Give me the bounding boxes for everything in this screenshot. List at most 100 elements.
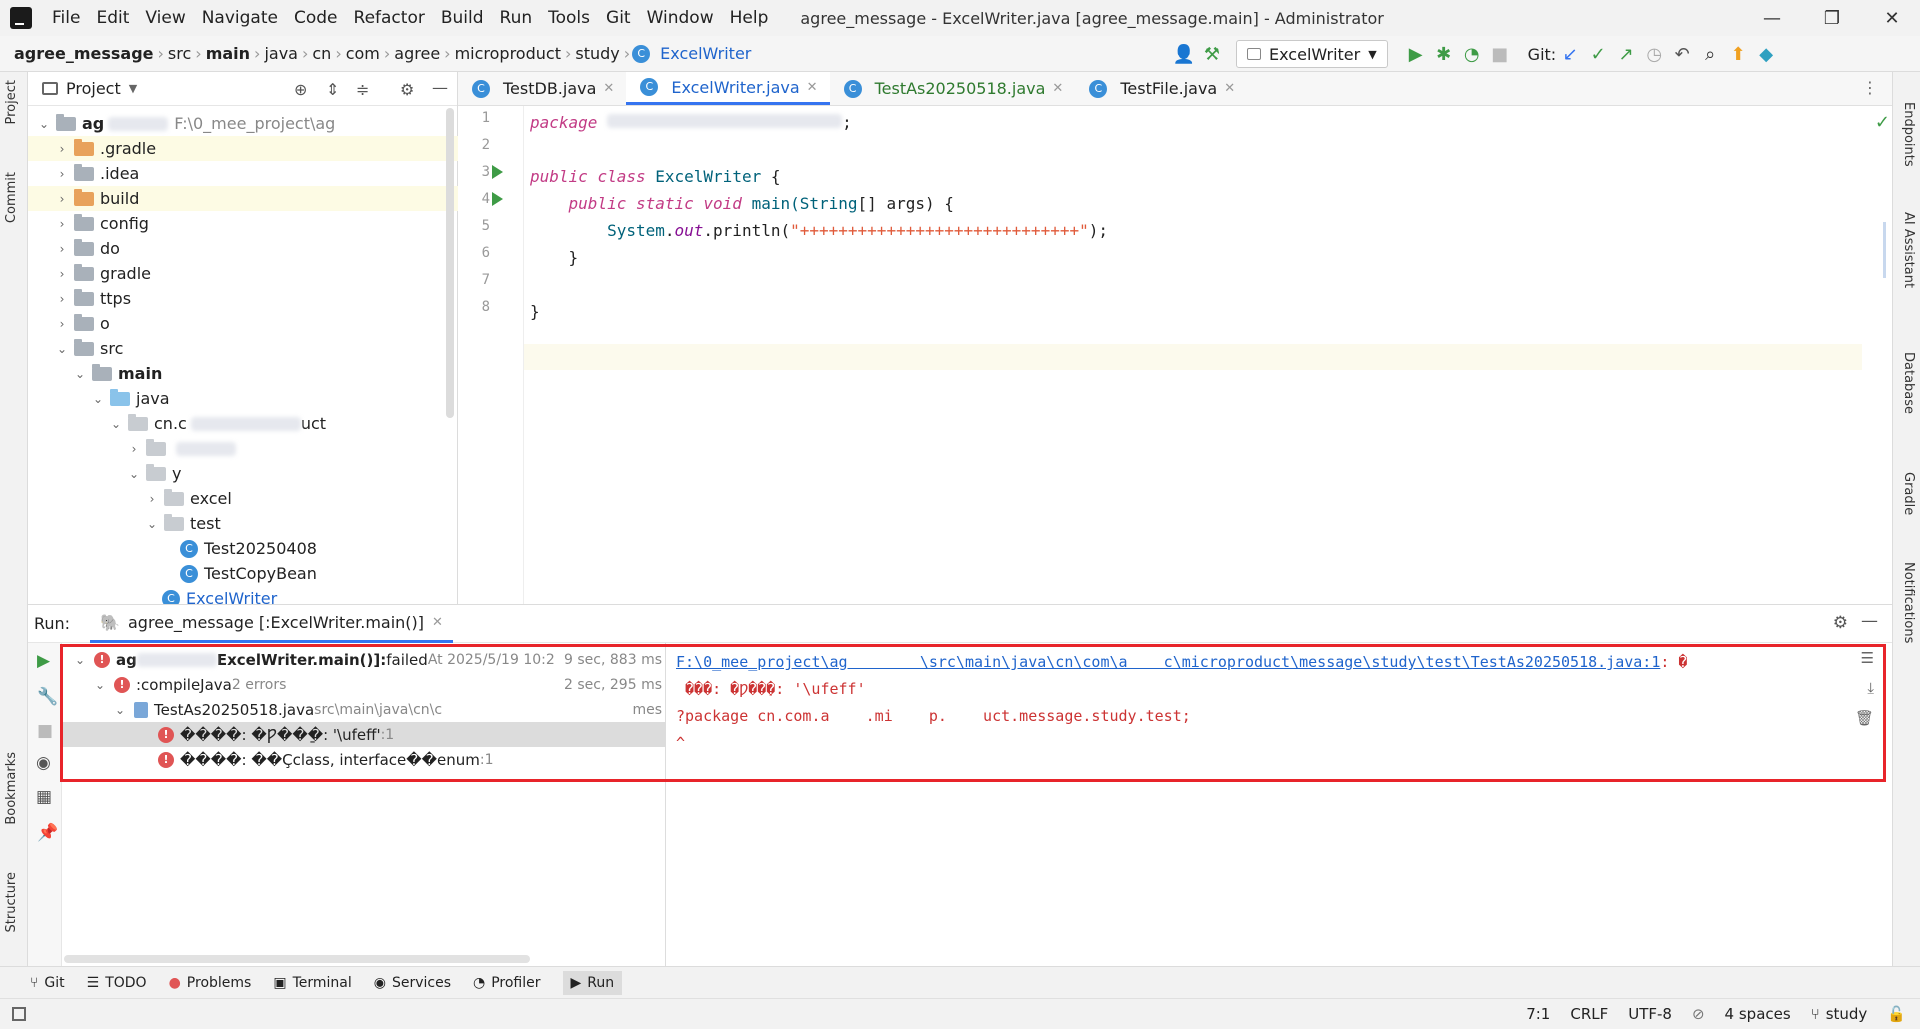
ai-assistant-tool-tab[interactable]: AI Assistant: [1901, 212, 1916, 288]
run-console[interactable]: F:\0_mee_project\ag \src\main\java\cn\co…: [666, 643, 1892, 967]
wrench-icon[interactable]: 🔧: [37, 687, 58, 707]
menu-navigate[interactable]: Navigate: [194, 8, 286, 28]
menu-view[interactable]: View: [137, 8, 193, 28]
run-tree-row[interactable]: ⌄ TestAs20250518.java src\main\java\cn\c m…: [62, 697, 666, 722]
locate-icon[interactable]: ⊕: [294, 80, 307, 99]
bookmarks-tool-tab[interactable]: Bookmarks: [4, 752, 19, 825]
close-icon[interactable]: ✕: [1052, 81, 1063, 96]
tab-testfile[interactable]: C TestFile.java ✕: [1075, 72, 1247, 105]
breadcrumb-excelwriter[interactable]: ExcelWriter: [656, 44, 755, 63]
close-icon[interactable]: ✕: [1862, 0, 1920, 36]
tab-git[interactable]: ⑂ Git: [30, 975, 65, 991]
tab-excelwriter[interactable]: C ExcelWriter.java ✕: [626, 72, 830, 105]
tree-item[interactable]: ⌄ main: [28, 361, 458, 386]
tree-item[interactable]: ›: [28, 436, 458, 461]
run-tab[interactable]: 🐘 agree_message [:ExcelWriter.main()] ✕: [90, 605, 453, 643]
run-class-icon[interactable]: [492, 165, 503, 179]
panel-toggle-icon[interactable]: [12, 1007, 26, 1021]
eye-icon[interactable]: ◉: [36, 753, 51, 773]
tab-todo[interactable]: ☰ TODO: [87, 975, 147, 991]
layout-icon[interactable]: ▦: [36, 787, 52, 807]
run-main-icon[interactable]: [492, 192, 503, 206]
tree-item[interactable]: ⌄ java: [28, 386, 458, 411]
chevron-right-icon[interactable]: ›: [144, 492, 160, 506]
soft-wrap-icon[interactable]: ☰: [1861, 649, 1874, 667]
chevron-down-icon[interactable]: ⌄: [126, 467, 142, 481]
chevron-down-icon[interactable]: ▼: [129, 82, 137, 95]
chevron-down-icon[interactable]: ⌄: [112, 703, 128, 717]
chevron-down-icon[interactable]: ⌄: [72, 367, 88, 381]
run-tree-row[interactable]: ! ����: �Ƿ��ַ�: '\ufeff' :1: [62, 722, 666, 747]
close-icon[interactable]: ✕: [603, 81, 614, 96]
tree-item[interactable]: ⌄ test: [28, 511, 458, 536]
chevron-down-icon[interactable]: ⌄: [90, 392, 106, 406]
user-icon[interactable]: 👤: [1170, 40, 1198, 68]
debug-icon[interactable]: ✱: [1430, 40, 1458, 68]
close-icon[interactable]: ✕: [432, 615, 443, 630]
tree-item[interactable]: › do: [28, 236, 458, 261]
tree-item[interactable]: › config: [28, 211, 458, 236]
minimize-icon[interactable]: —: [1742, 0, 1802, 36]
collapse-all-icon[interactable]: ≑: [356, 80, 369, 99]
hide-panel-icon[interactable]: —: [432, 78, 448, 97]
chevron-down-icon[interactable]: ⌄: [144, 517, 160, 531]
tree-item[interactable]: › ttps: [28, 286, 458, 311]
tree-item[interactable]: ⌄ ag F:\0_mee_project\ag: [28, 111, 458, 136]
gear-icon[interactable]: ⚙: [400, 80, 414, 99]
search-icon[interactable]: ⌕: [1696, 40, 1724, 68]
gear-icon[interactable]: ⚙: [1833, 613, 1848, 633]
project-tool-tab[interactable]: Project: [4, 80, 19, 124]
git-branch[interactable]: study: [1826, 1005, 1868, 1023]
chevron-right-icon[interactable]: ›: [54, 242, 70, 256]
chevron-right-icon[interactable]: ›: [54, 217, 70, 231]
run-tree-row[interactable]: ⌄!:compileJava 2 errors 2 sec, 295 ms: [62, 672, 666, 697]
run-icon[interactable]: ▶: [1402, 40, 1430, 68]
chevron-right-icon[interactable]: ›: [54, 267, 70, 281]
tab-testdb[interactable]: C TestDB.java ✕: [458, 72, 626, 105]
chevron-down-icon[interactable]: ⌄: [72, 653, 88, 667]
stop-icon[interactable]: ■: [1486, 40, 1514, 68]
tab-services[interactable]: ◉ Services: [374, 975, 451, 991]
stop-icon[interactable]: ■: [37, 721, 53, 741]
menu-refactor[interactable]: Refactor: [346, 8, 433, 28]
git-push-icon[interactable]: ↗: [1612, 40, 1640, 68]
menu-build[interactable]: Build: [433, 8, 492, 28]
caret-position[interactable]: 7:1: [1526, 1005, 1550, 1023]
indent-setting[interactable]: 4 spaces: [1725, 1005, 1791, 1023]
project-scrollbar[interactable]: [446, 108, 454, 418]
chevron-down-icon[interactable]: ⌄: [36, 117, 52, 131]
tree-item[interactable]: › o: [28, 311, 458, 336]
breadcrumb-cn[interactable]: cn: [308, 44, 335, 63]
tab-terminal[interactable]: ▣ Terminal: [273, 975, 351, 991]
tab-testas20250518[interactable]: C TestAs20250518.java ✕: [830, 72, 1076, 105]
menu-run[interactable]: Run: [492, 8, 541, 28]
run-tree-row[interactable]: ⌄! ag ExcelWriter.main()]: failed At 2025/…: [62, 647, 666, 672]
line-separator[interactable]: CRLF: [1570, 1005, 1608, 1023]
project-panel-title[interactable]: Project: [66, 79, 121, 98]
chevron-down-icon[interactable]: ⌄: [108, 417, 124, 431]
menu-window[interactable]: Window: [639, 8, 722, 28]
chevron-right-icon[interactable]: ›: [54, 142, 70, 156]
database-tool-tab[interactable]: Database: [1901, 352, 1916, 414]
run-tree-row[interactable]: ! ����: ��Ҫclass, interface��enum :1: [62, 747, 666, 772]
chevron-right-icon[interactable]: ›: [54, 292, 70, 306]
notifications-tool-tab[interactable]: Notifications: [1901, 562, 1916, 643]
tree-item[interactable]: › gradle: [28, 261, 458, 286]
tree-item[interactable]: C TestCopyBean: [28, 561, 458, 586]
git-commit-icon[interactable]: ✓: [1584, 40, 1612, 68]
tab-problems[interactable]: ● Problems: [169, 975, 252, 991]
tree-item[interactable]: › excel: [28, 486, 458, 511]
tree-item[interactable]: › .gradle: [28, 136, 458, 161]
tab-run[interactable]: ▶ Run: [562, 970, 623, 995]
run-tree-scrollbar[interactable]: [64, 955, 530, 963]
chevron-down-icon[interactable]: ⌄: [92, 678, 108, 692]
rollback-icon[interactable]: ↶: [1668, 40, 1696, 68]
menu-code[interactable]: Code: [286, 8, 346, 28]
tab-profiler[interactable]: ◔ Profiler: [473, 975, 541, 991]
restore-icon[interactable]: ❐: [1802, 0, 1862, 36]
endpoints-tool-tab[interactable]: Endpoints: [1901, 102, 1916, 167]
more-tabs-icon[interactable]: ⋮: [1848, 72, 1892, 105]
commit-tool-tab[interactable]: Commit: [4, 172, 19, 223]
chevron-down-icon[interactable]: ⌄: [54, 342, 70, 356]
build-hammer-icon[interactable]: ⚒: [1198, 40, 1226, 68]
